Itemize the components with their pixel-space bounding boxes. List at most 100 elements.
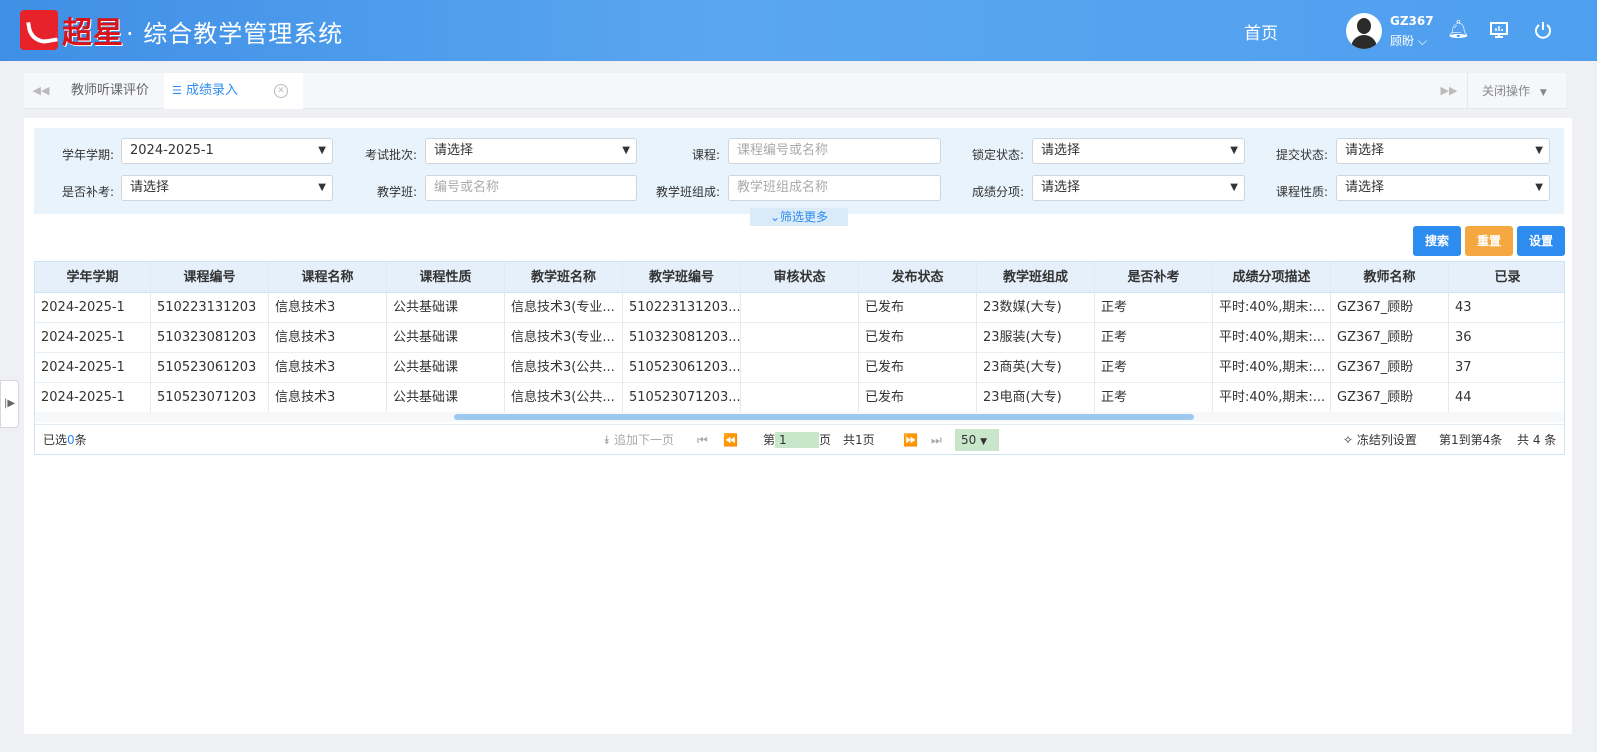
caret-down-icon: ▼ xyxy=(1539,88,1547,98)
term-label: 学年学期: xyxy=(61,148,114,162)
chevron-down-icon: ▼ xyxy=(622,145,630,156)
score-item-value: 请选择 xyxy=(1041,180,1081,195)
column-header[interactable]: 学年学期 xyxy=(35,262,151,293)
column-header[interactable]: 是否补考 xyxy=(1095,262,1213,293)
score-item-label: 成绩分项: xyxy=(971,185,1024,199)
column-header[interactable]: 教学班编号 xyxy=(623,262,741,293)
table-cell: 2024-2025-1 xyxy=(35,383,151,413)
page-prefix: 第 xyxy=(763,433,776,447)
user-code[interactable]: GZ367 xyxy=(1390,14,1434,28)
reset-button[interactable]: 重置 xyxy=(1465,226,1513,256)
filter-more-toggle[interactable]: ⌄筛选更多 xyxy=(750,208,848,226)
lock-label: 锁定状态: xyxy=(971,148,1024,162)
table-cell: GZ367_顾盼 xyxy=(1331,293,1449,323)
tab-scroll-right-icon[interactable]: ▶▶ xyxy=(1432,73,1466,109)
record-range: 第1到第4条 xyxy=(1439,433,1503,447)
total-pages: 共1页 xyxy=(843,433,875,447)
table-cell: 公共基础课 xyxy=(387,353,505,383)
next-page-icon[interactable]: ⏩ xyxy=(903,425,918,454)
append-next-page-button[interactable]: ⯯ 追加下一页 xyxy=(603,425,674,454)
chevron-right-icon: |▶ xyxy=(3,398,16,409)
table-cell: 信息技术3(专业... xyxy=(505,293,623,323)
column-header[interactable]: 教学班名称 xyxy=(505,262,623,293)
first-page-icon[interactable]: ⏮ xyxy=(697,425,708,454)
bell-icon[interactable]: 🔔︎ xyxy=(1447,20,1470,40)
close-icon[interactable]: ✕ xyxy=(274,84,288,98)
table-cell: 正考 xyxy=(1095,293,1213,323)
tab-score-entry-label: 成绩录入 xyxy=(186,83,239,98)
table-cell: 2024-2025-1 xyxy=(35,293,151,323)
makeup-label: 是否补考: xyxy=(61,185,114,199)
monitor-icon[interactable] xyxy=(1489,20,1509,45)
list-icon: ☰ xyxy=(172,84,182,97)
chevron-down-icon: ▼ xyxy=(318,145,326,156)
class-input[interactable]: 编号或名称 xyxy=(425,175,637,201)
class-group-input[interactable]: 教学班组成名称 xyxy=(728,175,941,201)
side-expand-handle[interactable]: |▶ xyxy=(0,380,19,428)
scrollbar-thumb[interactable] xyxy=(454,414,1194,420)
column-header[interactable]: 审核状态 xyxy=(741,262,859,293)
close-operations-menu[interactable]: 关闭操作 ▼ xyxy=(1467,73,1566,109)
tab-teacher-evaluation[interactable]: 教师听课评价 xyxy=(71,73,149,109)
page-size-value: 50 xyxy=(961,433,977,447)
table-cell: GZ367_顾盼 xyxy=(1331,323,1449,353)
tab-score-entry[interactable]: ☰ 成绩录入 ✕ xyxy=(164,73,303,109)
batch-select[interactable]: 请选择 ▼ xyxy=(425,138,637,164)
lock-value: 请选择 xyxy=(1041,143,1081,158)
close-operations-label: 关闭操作 xyxy=(1482,84,1531,98)
score-item-select[interactable]: 请选择 ▼ xyxy=(1032,175,1245,201)
course-type-select[interactable]: 请选择 ▼ xyxy=(1336,175,1550,201)
table-cell: 2024-2025-1 xyxy=(35,353,151,383)
makeup-value: 请选择 xyxy=(130,180,170,195)
table-cell: 已发布 xyxy=(859,323,977,353)
column-header[interactable]: 教学班组成 xyxy=(977,262,1095,293)
home-link[interactable]: 首页 xyxy=(1244,19,1278,44)
table-row[interactable]: 2024-2025-1 510323081203 信息技术3 公共基础课 信息技术3(专… xyxy=(35,323,1564,353)
submit-value: 请选择 xyxy=(1345,143,1385,158)
table-row[interactable]: 2024-2025-1 510523071203 信息技术3 公共基础课 信息技术3(公… xyxy=(35,383,1564,413)
column-header[interactable]: 课程性质 xyxy=(387,262,505,293)
column-header[interactable]: 课程名称 xyxy=(269,262,387,293)
prev-page-icon[interactable]: ⏪ xyxy=(723,425,738,454)
table-row[interactable]: 2024-2025-1 510223131203 信息技术3 公共基础课 信息技术3(专… xyxy=(35,293,1564,323)
column-header[interactable]: 发布状态 xyxy=(859,262,977,293)
page-number-input[interactable]: 1 xyxy=(775,432,819,448)
term-select[interactable]: 2024-2025-1 ▼ xyxy=(121,138,333,164)
submit-select[interactable]: 请选择 ▼ xyxy=(1336,138,1550,164)
table-cell: 平时:40%,期末:... xyxy=(1213,323,1331,353)
page-suffix: 页 xyxy=(819,433,832,447)
table-cell xyxy=(741,383,859,413)
append-icon: ⯯ xyxy=(603,433,611,447)
tab-scroll-left-icon[interactable]: ◀◀ xyxy=(24,73,58,109)
pin-icon: ✧ xyxy=(1343,433,1354,447)
logo-text: 超星 xyxy=(62,16,124,51)
last-page-icon[interactable]: ⏭ xyxy=(931,425,942,454)
course-input[interactable]: 课程编号或名称 xyxy=(728,138,941,164)
column-header[interactable]: 教师名称 xyxy=(1331,262,1449,293)
column-header[interactable]: 已录 xyxy=(1449,262,1564,293)
table-row[interactable]: 2024-2025-1 510523061203 信息技术3 公共基础课 信息技术3(公… xyxy=(35,353,1564,383)
makeup-select[interactable]: 请选择 ▼ xyxy=(121,175,333,201)
user-menu[interactable]: 顾盼 ⌵ xyxy=(1390,32,1427,49)
chevron-down-icon: ▼ xyxy=(318,182,326,193)
page-size-select[interactable]: 50 ▼ xyxy=(955,429,999,451)
power-icon[interactable] xyxy=(1533,20,1553,45)
lock-select[interactable]: 请选择 ▼ xyxy=(1032,138,1245,164)
settings-button[interactable]: 设置 xyxy=(1517,226,1565,256)
search-button[interactable]: 搜索 xyxy=(1413,226,1461,256)
logo-icon xyxy=(20,10,58,50)
horizontal-scrollbar[interactable] xyxy=(35,412,1564,422)
avatar[interactable] xyxy=(1346,13,1382,49)
chevron-down-icon: ⌵ xyxy=(1414,34,1427,48)
table-cell xyxy=(741,323,859,353)
freeze-columns-button[interactable]: ✧ 冻结列设置 xyxy=(1343,425,1417,454)
record-total: 共 4 条 xyxy=(1517,433,1557,447)
table-cell: 37 xyxy=(1449,353,1564,383)
course-type-label: 课程性质: xyxy=(1275,185,1328,199)
table-cell: 已发布 xyxy=(859,383,977,413)
table-cell: 510323081203... xyxy=(623,323,741,353)
column-header[interactable]: 成绩分项描述 xyxy=(1213,262,1331,293)
table-cell: 2024-2025-1 xyxy=(35,323,151,353)
freeze-columns-label: 冻结列设置 xyxy=(1356,433,1417,447)
column-header[interactable]: 课程编号 xyxy=(151,262,269,293)
